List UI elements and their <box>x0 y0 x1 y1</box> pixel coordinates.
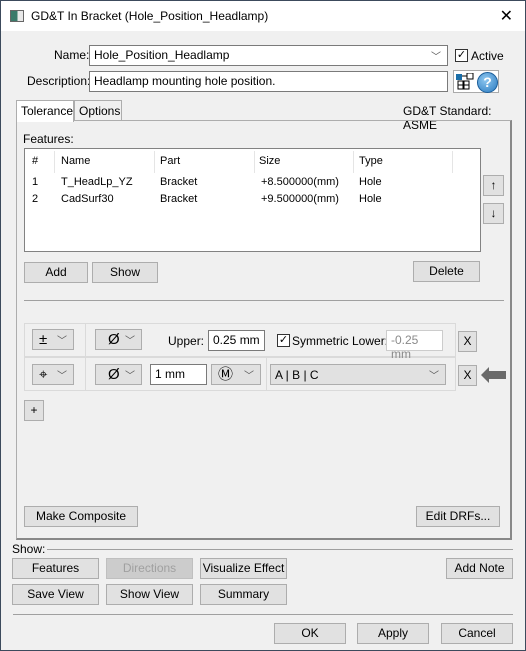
column-divider <box>85 323 86 391</box>
features-list[interactable]: # Name Part Size Type 1 T_HeadLp_YZ Brac… <box>24 148 481 252</box>
tab-label: Options <box>79 104 121 118</box>
diameter-modifier-dropdown[interactable]: Ø ﹀ <box>95 329 142 350</box>
cell-name: CadSurf30 <box>61 193 114 205</box>
tab-options[interactable]: Options <box>74 100 122 120</box>
summary-button[interactable]: Summary <box>200 584 287 605</box>
tab-tolerance[interactable]: Tolerance <box>16 100 74 122</box>
upper-value: 0.25 mm <box>213 333 260 347</box>
lower-tolerance-input: -0.25 mm <box>386 330 443 361</box>
make-composite-button[interactable]: Make Composite <box>24 506 138 527</box>
description-value: Headlamp mounting hole position. <box>94 74 276 88</box>
cancel-button[interactable]: Cancel <box>441 623 513 644</box>
show-view-button[interactable]: Show View <box>106 584 193 605</box>
plus-minus-icon: ± <box>39 331 48 348</box>
title-bar: GD&T In Bracket (Hole_Position_Headlamp)… <box>1 1 525 31</box>
cell-part: Bracket <box>160 176 198 188</box>
description-label: Description: <box>27 74 91 88</box>
column-divider <box>154 151 155 173</box>
column-divider <box>353 151 354 173</box>
help-icon[interactable]: ? <box>477 72 498 93</box>
diameter-icon: Ø <box>108 331 120 348</box>
column-header[interactable]: Name <box>61 155 90 167</box>
directions-button: Directions <box>106 558 193 579</box>
move-up-button[interactable]: ↑ <box>483 175 504 196</box>
window-title: GD&T In Bracket (Hole_Position_Headlamp) <box>31 9 269 23</box>
material-condition-dropdown[interactable]: Ⓜ ﹀ <box>211 364 261 385</box>
divider <box>47 549 513 550</box>
apply-button[interactable]: Apply <box>357 623 429 644</box>
upper-tolerance-input[interactable]: 0.25 mm <box>208 330 265 351</box>
remove-row-button[interactable]: X <box>458 365 477 386</box>
column-divider <box>266 357 267 391</box>
close-icon[interactable]: ✕ <box>500 6 513 26</box>
column-header[interactable]: Part <box>160 155 180 167</box>
column-divider <box>54 151 55 173</box>
symmetric-checkbox[interactable]: ✓ <box>277 334 290 347</box>
chevron-down-icon: ﹀ <box>244 371 254 382</box>
features-label: Features: <box>23 132 74 146</box>
arrow-left-icon <box>481 367 507 386</box>
chevron-down-icon: ﹀ <box>57 371 67 382</box>
name-label: Name: <box>54 48 90 62</box>
name-value: Hole_Position_Headlamp <box>94 48 230 62</box>
diameter-icon: Ø <box>108 366 120 383</box>
description-input[interactable]: Headlamp mounting hole position. <box>89 71 448 92</box>
cell-type: Hole <box>359 193 382 205</box>
tolerance-type-dropdown[interactable]: ± ﹀ <box>32 329 74 350</box>
position-icon: ⌖ <box>39 366 48 383</box>
cell-name: T_HeadLp_YZ <box>61 176 133 188</box>
edit-drfs-button[interactable]: Edit DRFs... <box>416 506 500 527</box>
mmc-icon: Ⓜ <box>218 366 234 383</box>
upper-label: Upper: <box>168 334 205 348</box>
remove-row-button[interactable]: X <box>458 331 477 352</box>
drf-builder-icon[interactable] <box>456 72 475 91</box>
position-value: 1 mm <box>155 367 185 381</box>
delete-feature-button[interactable]: Delete <box>413 261 480 282</box>
cell-part: Bracket <box>160 193 198 205</box>
add-feature-button[interactable]: Add <box>24 262 88 283</box>
name-combo[interactable]: Hole_Position_Headlamp ﹀ <box>89 45 448 66</box>
dialog-window: GD&T In Bracket (Hole_Position_Headlamp)… <box>0 0 526 651</box>
position-diameter-dropdown[interactable]: Ø ﹀ <box>95 364 142 385</box>
datum-reference-dropdown[interactable]: A | B | C ﹀ <box>270 364 446 385</box>
position-value-input[interactable]: 1 mm <box>150 364 207 385</box>
column-divider <box>254 151 255 173</box>
position-type-dropdown[interactable]: ⌖ ﹀ <box>32 364 74 385</box>
show-label: Show: <box>12 542 46 556</box>
column-header[interactable]: Size <box>259 155 280 167</box>
table-row[interactable]: 2 CadSurf30 Bracket +9.500000(mm) Hole <box>25 193 480 209</box>
save-view-button[interactable]: Save View <box>12 584 99 605</box>
column-header[interactable]: # <box>32 155 38 167</box>
active-label: Active <box>471 49 504 63</box>
add-row-button[interactable]: + <box>24 400 44 421</box>
column-header[interactable]: Type <box>359 155 383 167</box>
cell-index: 1 <box>32 176 39 188</box>
datum-reference-value: A | B | C <box>275 368 319 382</box>
chevron-down-icon: ﹀ <box>57 336 67 347</box>
column-divider <box>452 151 453 173</box>
move-down-button[interactable]: ↓ <box>483 203 504 224</box>
chevron-down-icon: ﹀ <box>125 371 135 382</box>
divider <box>13 614 513 615</box>
chevron-down-icon: ﹀ <box>429 371 439 382</box>
app-icon <box>10 10 24 22</box>
chevron-down-icon: ﹀ <box>431 52 441 63</box>
cell-size: +8.500000(mm) <box>261 176 339 188</box>
show-features-button[interactable]: Features <box>12 558 99 579</box>
table-row[interactable]: 1 T_HeadLp_YZ Bracket +8.500000(mm) Hole <box>25 176 480 192</box>
symmetric-lower-label: Symmetric Lower: <box>292 334 389 348</box>
show-feature-button[interactable]: Show <box>92 262 158 283</box>
ok-button[interactable]: OK <box>274 623 346 644</box>
add-note-button[interactable]: Add Note <box>446 558 513 579</box>
cell-index: 2 <box>32 193 39 205</box>
visualize-effect-button[interactable]: Visualize Effect <box>200 558 287 579</box>
icon-button-group: ? <box>453 70 499 93</box>
chevron-down-icon: ﹀ <box>125 336 135 347</box>
cell-type: Hole <box>359 176 382 188</box>
divider <box>24 300 504 301</box>
tab-label: Tolerance <box>21 104 74 118</box>
cell-size: +9.500000(mm) <box>261 193 339 205</box>
active-checkbox[interactable]: ✓ <box>455 49 468 62</box>
